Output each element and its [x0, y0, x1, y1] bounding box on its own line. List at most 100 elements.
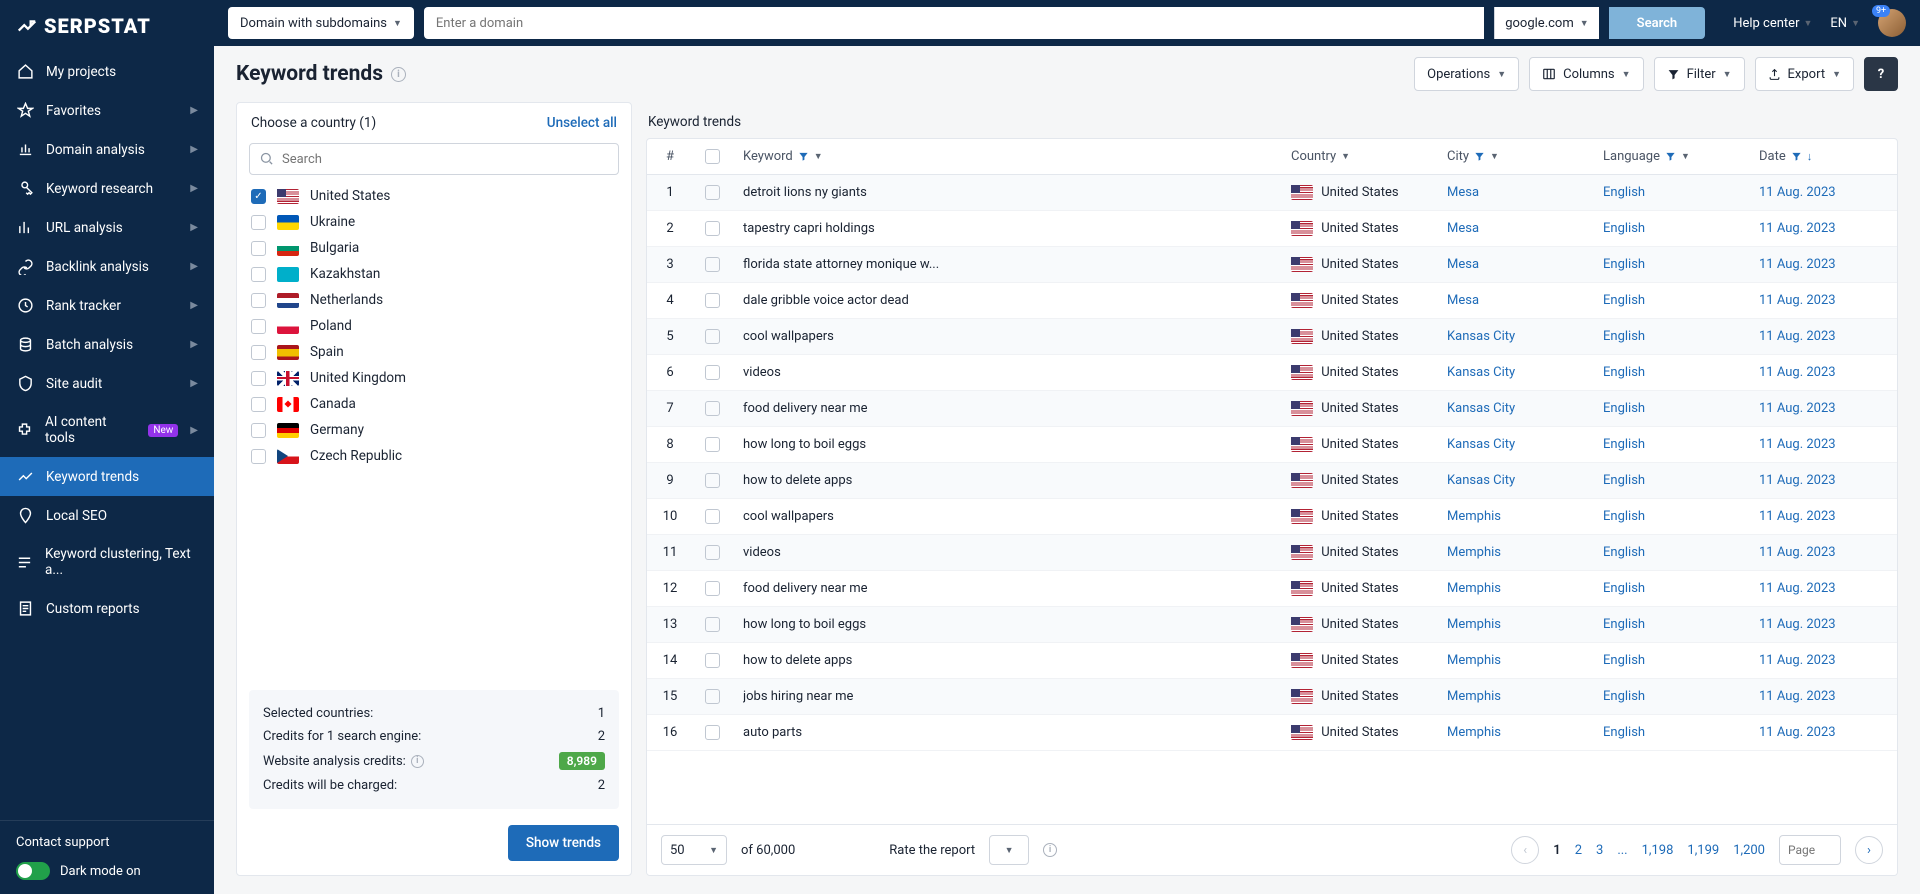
- nav-item-report[interactable]: Custom reports: [0, 589, 214, 628]
- row-date[interactable]: 11 Aug. 2023: [1747, 679, 1897, 714]
- domain-type-select[interactable]: Domain with subdomains▼: [228, 7, 414, 39]
- page-link[interactable]: 2: [1575, 843, 1582, 858]
- row-city[interactable]: Memphis: [1435, 571, 1591, 606]
- info-icon[interactable]: i: [411, 755, 424, 768]
- row-keyword[interactable]: cool wallpapers: [731, 499, 1279, 534]
- row-keyword[interactable]: food delivery near me: [731, 391, 1279, 426]
- nav-item-history[interactable]: Rank tracker▶: [0, 286, 214, 325]
- page-link[interactable]: 1,199: [1687, 843, 1719, 858]
- checkbox[interactable]: [251, 267, 266, 282]
- lang-select[interactable]: EN▼: [1830, 16, 1860, 31]
- col-city[interactable]: City ▼: [1435, 139, 1591, 174]
- row-city[interactable]: Memphis: [1435, 535, 1591, 570]
- row-language[interactable]: English: [1591, 607, 1747, 642]
- logo[interactable]: SERPSTAT: [0, 0, 214, 52]
- row-checkbox[interactable]: [693, 283, 731, 318]
- help-center[interactable]: Help center▼: [1733, 16, 1812, 31]
- row-keyword[interactable]: how long to boil eggs: [731, 427, 1279, 462]
- nav-item-trend[interactable]: Keyword trends: [0, 457, 214, 496]
- row-checkbox[interactable]: [693, 607, 731, 642]
- nav-item-ai[interactable]: AI content toolsNew▶: [0, 403, 214, 457]
- operations-button[interactable]: Operations▼: [1414, 57, 1519, 91]
- filter-button[interactable]: Filter▼: [1654, 57, 1745, 91]
- col-language[interactable]: Language ▼: [1591, 139, 1747, 174]
- row-date[interactable]: 11 Aug. 2023: [1747, 535, 1897, 570]
- row-checkbox[interactable]: [693, 355, 731, 390]
- contact-support[interactable]: Contact support: [16, 835, 198, 850]
- country-item[interactable]: Poland: [249, 313, 619, 339]
- checkbox[interactable]: [251, 345, 266, 360]
- nav-item-audit[interactable]: Site audit▶: [0, 364, 214, 403]
- rate-select[interactable]: ▼: [989, 835, 1029, 865]
- row-city[interactable]: Mesa: [1435, 175, 1591, 210]
- row-checkbox[interactable]: [693, 463, 731, 498]
- row-language[interactable]: English: [1591, 463, 1747, 498]
- row-checkbox[interactable]: [693, 319, 731, 354]
- row-date[interactable]: 11 Aug. 2023: [1747, 571, 1897, 606]
- checkbox[interactable]: [251, 293, 266, 308]
- row-city[interactable]: Mesa: [1435, 211, 1591, 246]
- nav-item-key[interactable]: Keyword research▶: [0, 169, 214, 208]
- row-date[interactable]: 11 Aug. 2023: [1747, 247, 1897, 282]
- row-language[interactable]: English: [1591, 679, 1747, 714]
- col-date[interactable]: Date ↓: [1747, 139, 1897, 174]
- nav-item-bars[interactable]: URL analysis▶: [0, 208, 214, 247]
- row-language[interactable]: English: [1591, 247, 1747, 282]
- row-language[interactable]: English: [1591, 391, 1747, 426]
- page-link[interactable]: 3: [1596, 843, 1603, 858]
- row-city[interactable]: Memphis: [1435, 607, 1591, 642]
- row-language[interactable]: English: [1591, 355, 1747, 390]
- row-language[interactable]: English: [1591, 499, 1747, 534]
- checkbox[interactable]: [251, 241, 266, 256]
- checkbox[interactable]: [251, 423, 266, 438]
- row-checkbox[interactable]: [693, 715, 731, 750]
- nav-item-home[interactable]: My projects: [0, 52, 214, 91]
- nav-item-chart[interactable]: Domain analysis▶: [0, 130, 214, 169]
- row-date[interactable]: 11 Aug. 2023: [1747, 283, 1897, 318]
- row-language[interactable]: English: [1591, 535, 1747, 570]
- row-checkbox[interactable]: [693, 499, 731, 534]
- checkbox[interactable]: [251, 215, 266, 230]
- row-city[interactable]: Memphis: [1435, 643, 1591, 678]
- next-page-button[interactable]: ›: [1855, 836, 1883, 864]
- checkbox[interactable]: [251, 397, 266, 412]
- dark-mode-toggle[interactable]: [16, 862, 50, 880]
- row-keyword[interactable]: florida state attorney monique w...: [731, 247, 1279, 282]
- country-search-input[interactable]: [249, 143, 619, 175]
- row-keyword[interactable]: food delivery near me: [731, 571, 1279, 606]
- row-date[interactable]: 11 Aug. 2023: [1747, 175, 1897, 210]
- row-date[interactable]: 11 Aug. 2023: [1747, 607, 1897, 642]
- country-item[interactable]: Ukraine: [249, 209, 619, 235]
- row-checkbox[interactable]: [693, 679, 731, 714]
- page-link[interactable]: ...: [1617, 843, 1627, 858]
- checkbox[interactable]: [251, 371, 266, 386]
- row-keyword[interactable]: how to delete apps: [731, 463, 1279, 498]
- row-city[interactable]: Kansas City: [1435, 355, 1591, 390]
- row-checkbox[interactable]: [693, 643, 731, 678]
- row-keyword[interactable]: videos: [731, 355, 1279, 390]
- row-language[interactable]: English: [1591, 319, 1747, 354]
- row-date[interactable]: 11 Aug. 2023: [1747, 463, 1897, 498]
- row-date[interactable]: 11 Aug. 2023: [1747, 715, 1897, 750]
- row-checkbox[interactable]: [693, 175, 731, 210]
- row-keyword[interactable]: how long to boil eggs: [731, 607, 1279, 642]
- checkbox[interactable]: ✓: [251, 189, 266, 204]
- nav-item-link[interactable]: Backlink analysis▶: [0, 247, 214, 286]
- row-language[interactable]: English: [1591, 643, 1747, 678]
- row-checkbox[interactable]: [693, 535, 731, 570]
- row-language[interactable]: English: [1591, 427, 1747, 462]
- country-item[interactable]: Spain: [249, 339, 619, 365]
- help-button[interactable]: ?: [1864, 57, 1898, 91]
- row-date[interactable]: 11 Aug. 2023: [1747, 643, 1897, 678]
- columns-button[interactable]: Columns▼: [1529, 57, 1643, 91]
- row-keyword[interactable]: jobs hiring near me: [731, 679, 1279, 714]
- row-keyword[interactable]: cool wallpapers: [731, 319, 1279, 354]
- row-city[interactable]: Memphis: [1435, 499, 1591, 534]
- country-item[interactable]: Netherlands: [249, 287, 619, 313]
- row-checkbox[interactable]: [693, 427, 731, 462]
- row-language[interactable]: English: [1591, 283, 1747, 318]
- per-page-select[interactable]: 50▼: [661, 835, 727, 865]
- page-link[interactable]: 1: [1553, 843, 1560, 858]
- country-item[interactable]: Germany: [249, 417, 619, 443]
- row-checkbox[interactable]: [693, 391, 731, 426]
